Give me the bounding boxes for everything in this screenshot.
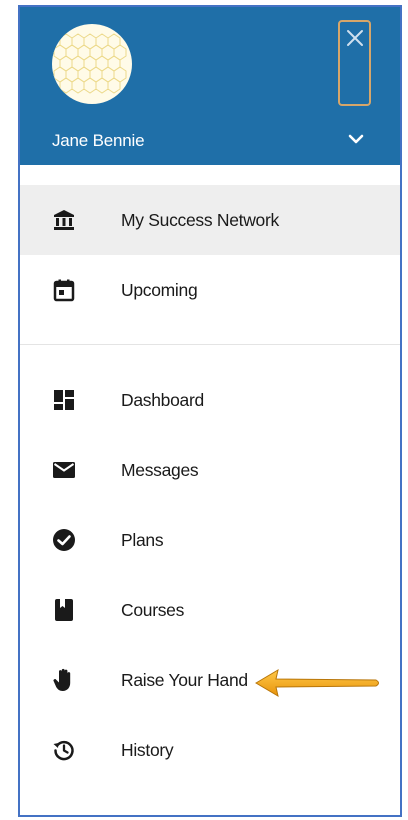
nav-label: Courses [121,600,185,620]
close-icon [347,30,363,46]
envelope-icon [53,462,75,478]
nav-item-messages[interactable]: Messages [20,435,400,505]
institution-icon [54,210,74,230]
nav-item-my-success-network[interactable]: My Success Network [20,185,400,255]
calendar-icon [53,279,75,302]
chevron-down-icon [348,134,364,144]
user-name: Jane Bennie [52,131,145,150]
nav-label: Messages [121,460,199,480]
nav-item-upcoming[interactable]: Upcoming [20,255,400,325]
nav-item-history[interactable]: History [20,715,400,785]
profile-header: Jane Bennie [20,7,400,165]
dashboard-icon [54,390,74,410]
close-button[interactable] [338,20,371,106]
nav-label: History [121,740,174,760]
nav-item-courses[interactable]: Courses [20,575,400,645]
nav-label: Upcoming [121,280,198,300]
nav-label: My Success Network [121,210,279,230]
avatar[interactable] [52,24,132,104]
book-icon [55,599,73,621]
nav-divider [20,344,400,345]
history-icon [53,740,74,761]
hand-icon [53,668,71,691]
check-circle-icon [53,529,75,551]
honeycomb-pattern-icon [53,33,127,94]
nav-item-dashboard[interactable]: Dashboard [20,365,400,435]
arrow-left-icon [255,668,379,698]
nav-item-plans[interactable]: Plans [20,505,400,575]
nav-label: Plans [121,530,164,550]
nav-label: Dashboard [121,390,204,410]
side-navigation-panel: Jane Bennie My Success Network Upcoming [18,5,402,817]
expand-profile-button[interactable] [345,131,367,147]
nav-label: Raise Your Hand [121,670,248,690]
